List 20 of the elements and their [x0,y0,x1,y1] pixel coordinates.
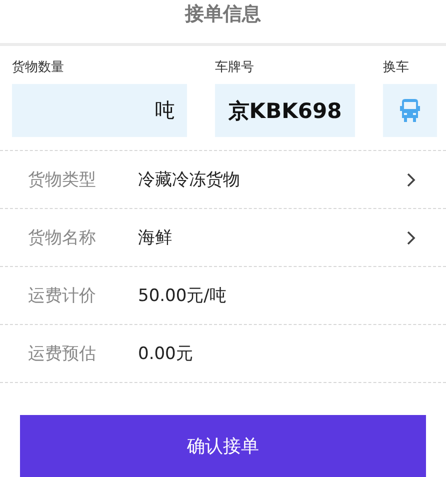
row-value: 0.00元 [138,343,194,365]
field-label: 货物数量 [12,59,65,75]
row-label: 货物名称 [28,227,97,249]
row-label: 货物类型 [28,169,97,191]
confirm-button[interactable]: 确认接单 [20,415,426,477]
unit-label: 吨 [155,97,175,124]
chevron-right-icon[interactable] [406,172,416,188]
row-value[interactable]: 冷藏冷冻货物 [138,168,406,191]
row-value: 50.00元/吨 [138,285,228,307]
page-title: 接单信息 [185,2,261,27]
switch-vehicle-button[interactable] [383,84,437,137]
row-label: 运费计价 [28,285,97,307]
chevron-right-icon[interactable] [406,230,416,246]
row-label: 运费预估 [28,343,97,365]
field-label: 车牌号 [215,59,255,75]
field-label: 换车 [383,59,410,75]
bus-icon [399,98,421,122]
plate-field[interactable]: 京KBK698 [215,84,355,137]
quantity-field[interactable]: 吨 [12,84,187,137]
row-value[interactable]: 海鲜 [138,226,406,249]
